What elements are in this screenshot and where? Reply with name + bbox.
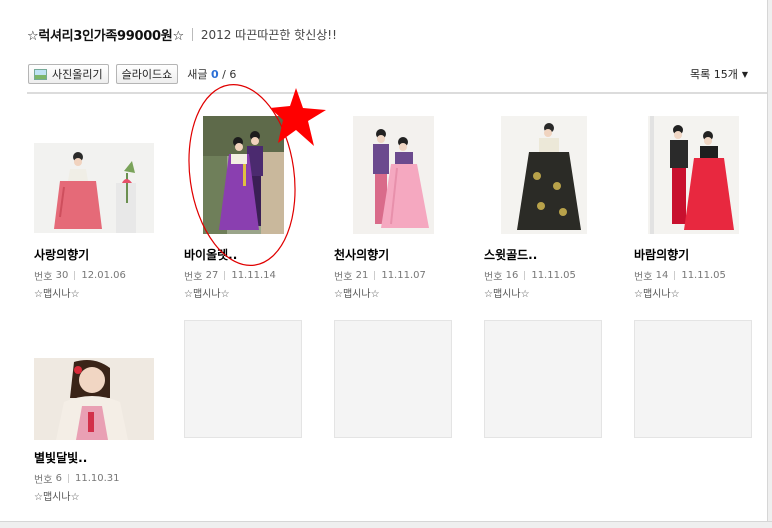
- photo-number: 30: [55, 270, 69, 281]
- slideshow-label: 슬라이드쇼: [121, 68, 173, 81]
- photo-date: 11.11.14: [231, 270, 276, 281]
- photo-meta: 번호 21 11.11.07: [334, 268, 426, 283]
- empty-photo-slot: [334, 320, 452, 438]
- photo-date: 12.01.06: [81, 270, 126, 281]
- upload-photo-button[interactable]: 사진올리기: [28, 64, 109, 84]
- board-description: 2012 따끈따끈한 핫신상!!: [200, 27, 337, 42]
- photo-thumbnail[interactable]: [203, 116, 284, 234]
- caret-down-icon: ▼: [741, 69, 748, 79]
- meta-separator: [674, 271, 676, 280]
- photo-number: 16: [505, 270, 519, 281]
- board-header: ☆럭셔리3인가족99000원☆ 2012 따끈따끈한 핫신상!!: [27, 24, 337, 44]
- number-label: 번호: [34, 475, 53, 486]
- photo-meta: 번호 14 11.11.05: [634, 268, 726, 283]
- photo-title[interactable]: 별빛달빛..: [34, 449, 87, 466]
- photo-thumbnail[interactable]: [34, 358, 154, 440]
- photo-number: 21: [355, 270, 369, 281]
- photo-title[interactable]: 사랑의향기: [34, 246, 89, 263]
- list-size-label: 목록 15개: [689, 68, 738, 81]
- photo-thumbnail[interactable]: [34, 143, 154, 233]
- number-label: 번호: [34, 272, 53, 283]
- photo-title[interactable]: 바이올렛..: [184, 246, 237, 263]
- meta-separator: [524, 271, 526, 280]
- photo-author[interactable]: ☆맵시나☆: [334, 285, 380, 300]
- photo-meta: 번호 6 11.10.31: [34, 471, 120, 486]
- photo-meta: 번호 30 12.01.06: [34, 268, 126, 283]
- photo-thumbnail[interactable]: [501, 116, 587, 234]
- photo-author[interactable]: ☆맵시나☆: [184, 285, 230, 300]
- photo-author[interactable]: ☆맵시나☆: [34, 488, 80, 503]
- photo-meta: 번호 27 11.11.14: [184, 268, 276, 283]
- photo-thumbnail[interactable]: [648, 116, 739, 234]
- total-post-number: 6: [229, 68, 237, 81]
- photo-meta: 번호 16 11.11.05: [484, 268, 576, 283]
- hanbok-photo-image: [34, 143, 154, 233]
- board-toolbar: 사진올리기 슬라이드쇼 새글 0 / 6: [28, 63, 236, 85]
- photo-number: 14: [655, 270, 669, 281]
- hanbok-photo-image: [648, 116, 739, 234]
- new-post-number: 0: [210, 68, 219, 81]
- empty-photo-slot: [484, 320, 602, 438]
- photo-icon: [34, 68, 47, 80]
- slideshow-button[interactable]: 슬라이드쇼: [115, 64, 179, 84]
- toolbar-divider: [27, 92, 767, 94]
- photo-date: 11.11.05: [681, 270, 726, 281]
- empty-photo-slot: [184, 320, 302, 438]
- empty-photo-slot: [634, 320, 752, 438]
- meta-separator: [74, 271, 76, 280]
- header-separator: [191, 27, 193, 41]
- photo-number: 27: [205, 270, 219, 281]
- new-post-label: 새글: [187, 68, 208, 81]
- hanbok-photo-image: [203, 116, 284, 234]
- number-label: 번호: [634, 272, 653, 283]
- upload-photo-label: 사진올리기: [52, 68, 103, 81]
- count-separator: /: [222, 68, 226, 81]
- photo-author[interactable]: ☆맵시나☆: [634, 285, 680, 300]
- meta-separator: [374, 271, 376, 280]
- photo-date: 11.11.05: [531, 270, 576, 281]
- photo-author[interactable]: ☆맵시나☆: [484, 285, 530, 300]
- board-title[interactable]: ☆럭셔리3인가족99000원☆: [27, 25, 184, 44]
- window-frame-right: [767, 0, 772, 527]
- hanbok-photo-image: [501, 116, 587, 234]
- meta-separator: [67, 474, 69, 483]
- photo-date: 11.11.07: [381, 270, 426, 281]
- photo-title[interactable]: 천사의향기: [334, 246, 389, 263]
- number-label: 번호: [334, 272, 353, 283]
- photo-title[interactable]: 바람의향기: [634, 246, 689, 263]
- hanbok-photo-image: [353, 116, 434, 234]
- photo-date: 11.10.31: [74, 473, 120, 484]
- photo-author[interactable]: ☆맵시나☆: [34, 285, 80, 300]
- hanbok-photo-image: [34, 358, 154, 440]
- photo-number: 6: [55, 473, 62, 484]
- new-post-count: 새글 0 / 6: [187, 66, 236, 82]
- number-label: 번호: [484, 272, 503, 283]
- photo-title[interactable]: 스윗골드..: [484, 246, 537, 263]
- photo-thumbnail[interactable]: [353, 116, 434, 234]
- list-size-dropdown[interactable]: 목록 15개 ▼: [690, 66, 748, 82]
- number-label: 번호: [184, 272, 203, 283]
- meta-separator: [224, 271, 226, 280]
